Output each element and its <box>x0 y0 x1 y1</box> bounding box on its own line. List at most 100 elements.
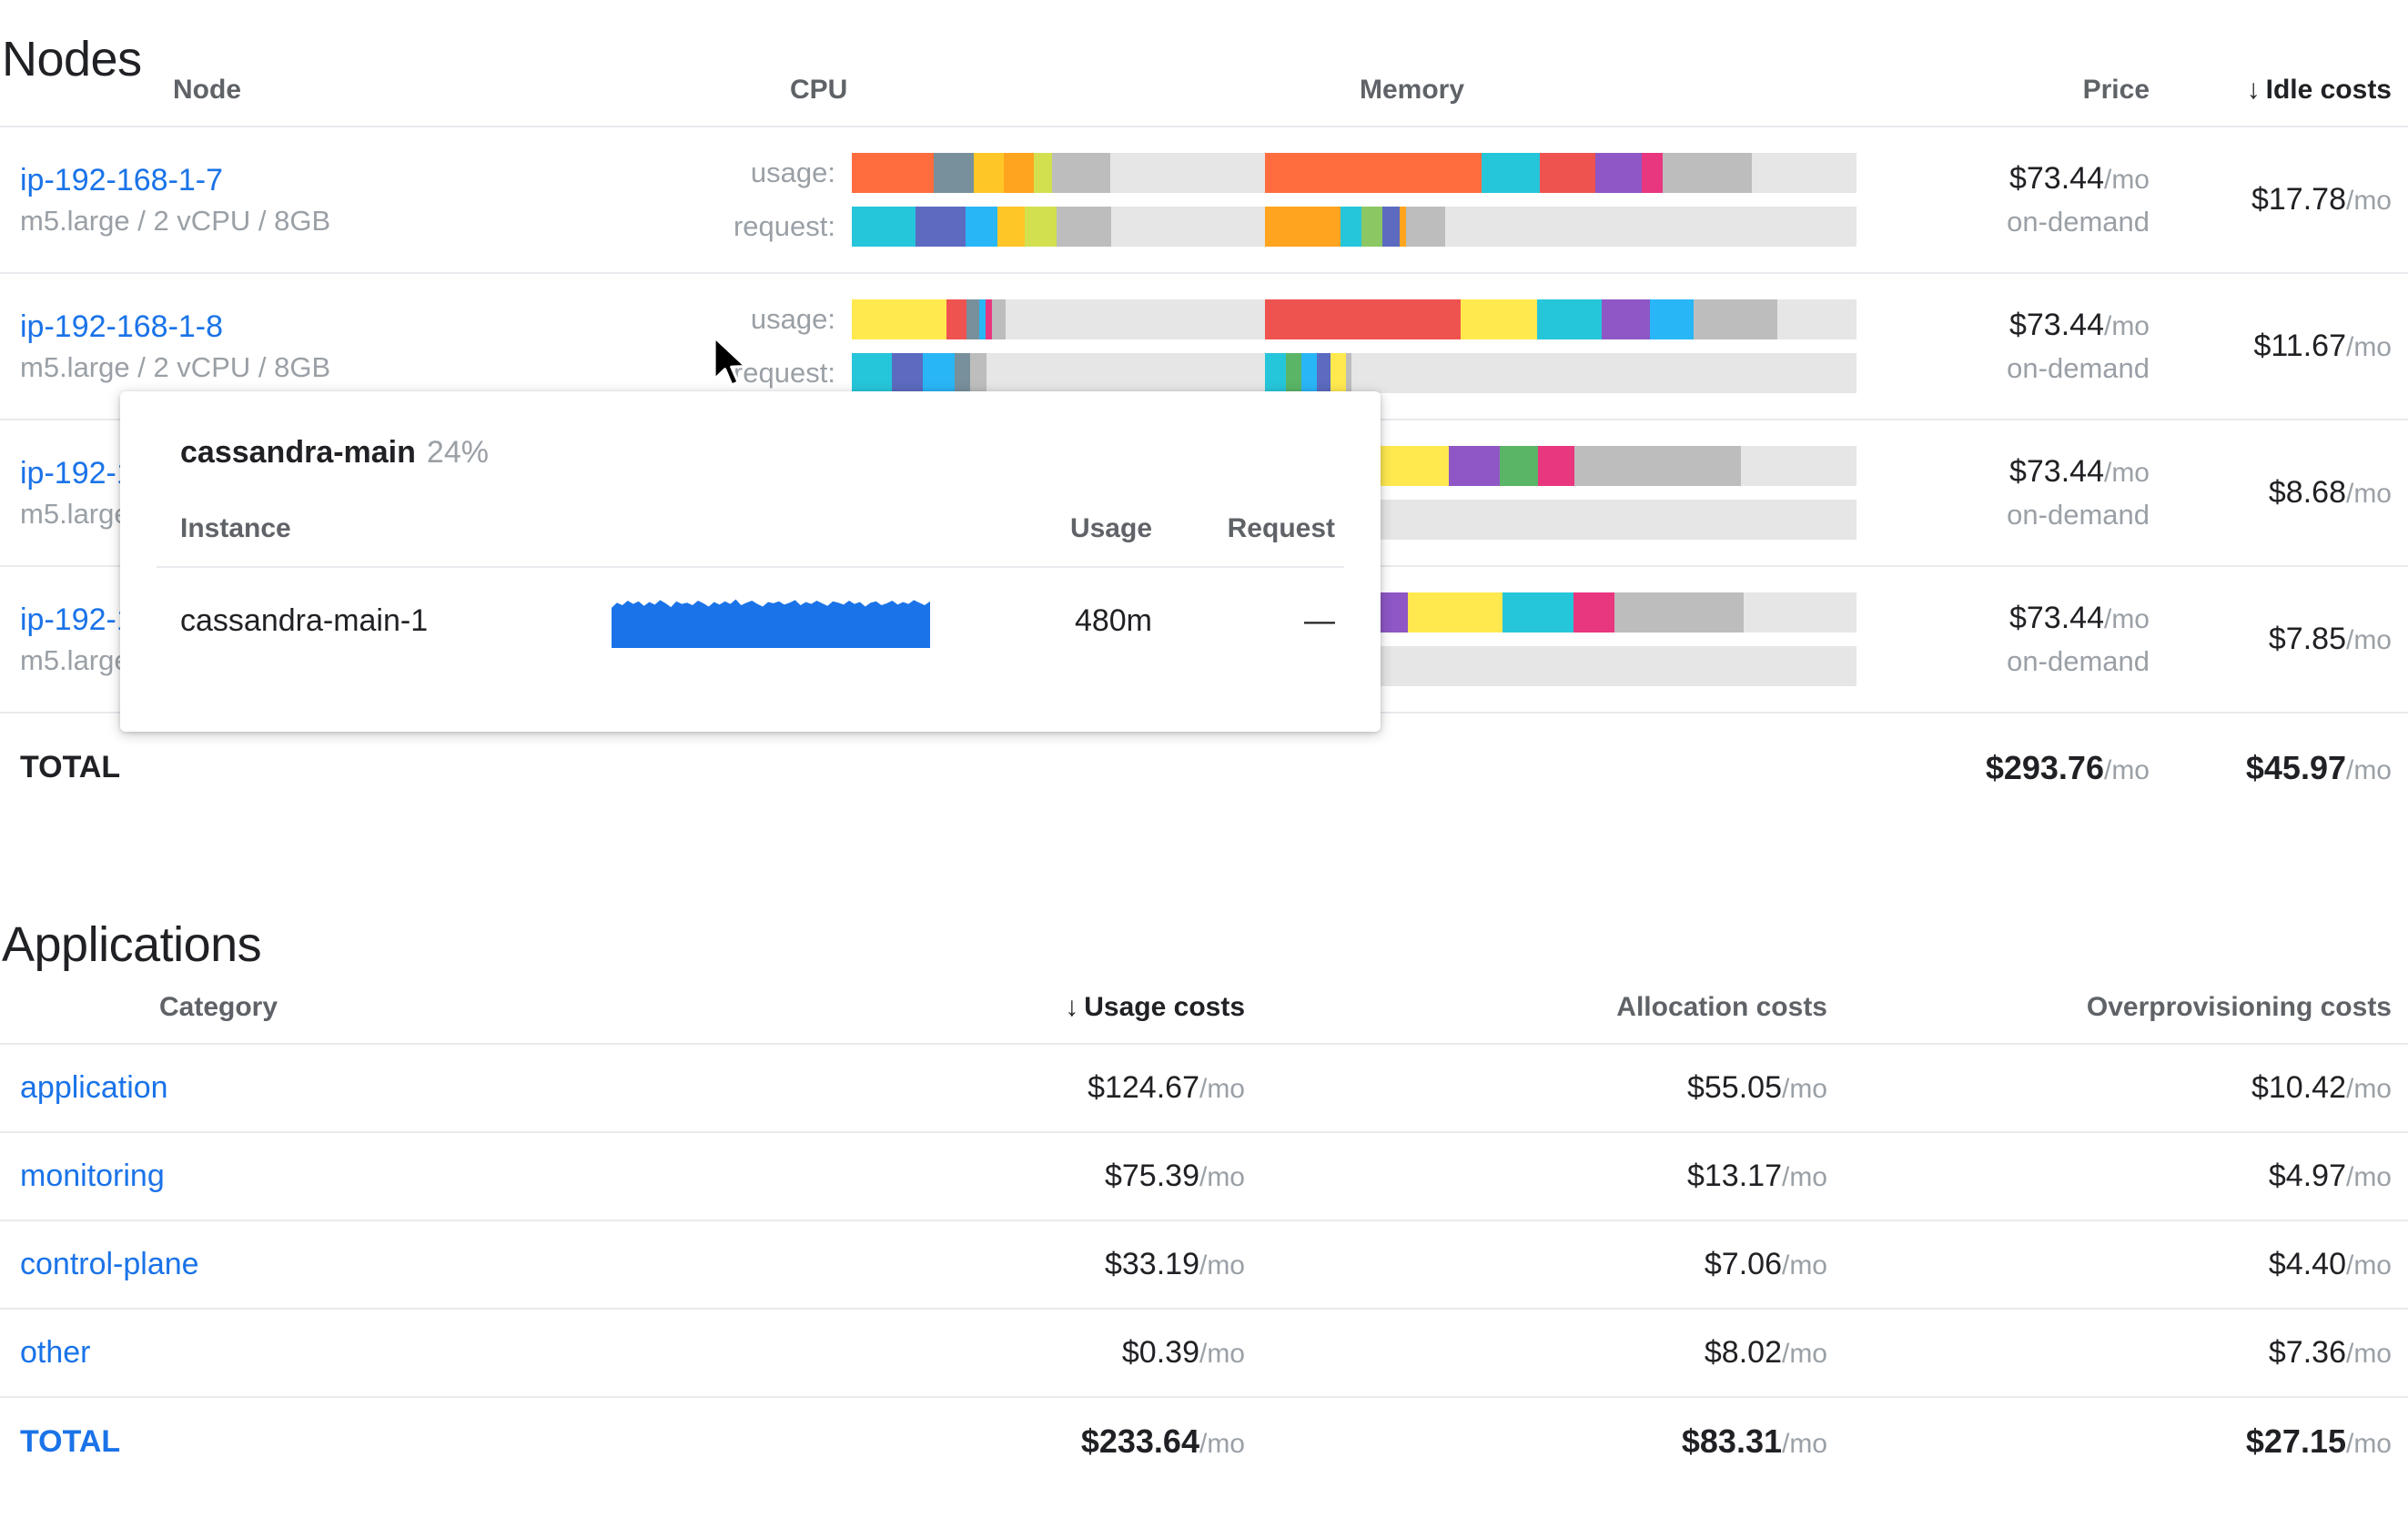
metric-line: request: <box>673 352 1265 395</box>
col-header-cpu[interactable]: CPU <box>673 75 1265 126</box>
application-allocation-cost-unit: /mo <box>1782 1162 1827 1192</box>
node-price-value: $73.44 <box>2009 308 2104 342</box>
application-category-link[interactable]: other <box>0 1309 673 1397</box>
node-memory-cell <box>1265 126 1857 273</box>
bar-segment <box>1650 299 1694 339</box>
application-overprovisioning-cost-unit: /mo <box>2346 1074 2392 1104</box>
applications-total-allocation-unit: /mo <box>1782 1429 1827 1459</box>
bar-segment <box>1540 153 1596 193</box>
application-category-link[interactable]: application <box>0 1044 673 1132</box>
application-usage-cost-unit: /mo <box>1199 1339 1245 1369</box>
application-usage-cost-value: $75.39 <box>1105 1159 1199 1193</box>
application-overprovisioning-cost-unit: /mo <box>2346 1162 2392 1192</box>
bar-segment <box>1449 446 1500 486</box>
node-price-cell: $73.44/moon-demand <box>1857 126 2157 273</box>
col-header-usage-costs[interactable]: ↓Usage costs <box>673 992 1256 1044</box>
node-name-link[interactable]: ip-192-168-1-7 <box>20 163 673 197</box>
bar-segment <box>1286 353 1301 393</box>
node-price-model: on-demand <box>1857 352 2150 385</box>
applications-total-row: TOTAL $233.64/mo $83.31/mo $27.15/mo <box>0 1397 2408 1485</box>
col-header-memory[interactable]: Memory <box>1265 75 1857 126</box>
tooltip-col-instance: Instance <box>157 513 612 567</box>
node-idle-cost: $8.68/mo <box>2269 475 2392 510</box>
bar-segment <box>1663 153 1752 193</box>
node-price-unit: /mo <box>2104 165 2150 195</box>
table-row: application$124.67/mo$55.05/mo$10.42/mo <box>0 1044 2408 1132</box>
node-price: $73.44/mo <box>2009 454 2150 489</box>
pod-details-tooltip: cassandra-main 24% Instance Usage Request… <box>120 391 1381 732</box>
bar-segment <box>1341 207 1361 247</box>
tooltip-table-header: Instance Usage Request <box>157 513 1344 567</box>
bar-segment <box>970 353 986 393</box>
bar-segment <box>923 353 954 393</box>
cpu-request-label: request: <box>673 210 852 243</box>
applications-section-title: Applications <box>2 920 261 969</box>
application-allocation-cost-unit: /mo <box>1782 1250 1827 1280</box>
bar-segment <box>1602 299 1650 339</box>
node-idle-cost-cell: $7.85/mo <box>2157 566 2408 713</box>
col-header-price[interactable]: Price <box>1857 75 2157 126</box>
application-usage-cost-value: $33.19 <box>1105 1247 1199 1281</box>
node-idle-cost-value: $11.67 <box>2254 329 2346 363</box>
applications-total-overprovisioning: $27.15/mo <box>1838 1397 2408 1485</box>
bar-segment <box>1382 207 1400 247</box>
metric-line <box>1265 206 1857 248</box>
application-overprovisioning-cost-cell: $10.42/mo <box>1838 1044 2408 1132</box>
applications-total-usage-unit: /mo <box>1199 1429 1245 1459</box>
node-idle-cost-unit: /mo <box>2346 479 2392 509</box>
bar-segment <box>1574 446 1742 486</box>
dashboard-page: Nodes Node CPU Memory Price ↓Idle costs … <box>0 0 2408 1518</box>
bar-segment <box>1265 207 1341 247</box>
bar-segment <box>966 299 979 339</box>
col-header-node[interactable]: Node <box>0 75 673 126</box>
node-idle-cost-unit: /mo <box>2346 186 2392 216</box>
bar-segment <box>916 207 966 247</box>
cpu-usage-label: usage: <box>673 303 852 336</box>
memory-usage-bar <box>1265 153 1857 193</box>
application-usage-cost-cell: $124.67/mo <box>673 1044 1256 1132</box>
col-header-overprovisioning-costs[interactable]: Overprovisioning costs <box>1838 992 2408 1044</box>
application-usage-cost-cell: $33.19/mo <box>673 1220 1256 1309</box>
tooltip-instance-table: Instance Usage Request cassandra-main-14… <box>157 513 1344 674</box>
applications-total-label[interactable]: TOTAL <box>0 1397 673 1485</box>
application-overprovisioning-cost-value: $4.40 <box>2269 1247 2346 1281</box>
col-header-category[interactable]: Category <box>0 992 673 1044</box>
tooltip-workload-name: cassandra-main <box>180 435 416 470</box>
bar-segment <box>1500 446 1538 486</box>
application-overprovisioning-cost-unit: /mo <box>2346 1339 2392 1369</box>
node-price-unit: /mo <box>2104 311 2150 341</box>
metric-line <box>1265 352 1857 395</box>
application-category-link[interactable]: monitoring <box>0 1132 673 1220</box>
node-price-model: on-demand <box>1857 499 2150 531</box>
application-allocation-cost-value: $7.06 <box>1705 1247 1782 1281</box>
col-header-idle-costs[interactable]: ↓Idle costs <box>2157 75 2408 126</box>
application-allocation-cost-cell: $13.17/mo <box>1256 1132 1838 1220</box>
applications-table-container: Category ↓Usage costs Allocation costs O… <box>0 992 2408 1485</box>
node-idle-cost-cell: $11.67/mo <box>2157 273 2408 420</box>
bar-segment <box>1004 153 1034 193</box>
node-name-link[interactable]: ip-192-168-1-8 <box>20 309 673 344</box>
applications-total-usage: $233.64/mo <box>673 1397 1256 1485</box>
bar-segment <box>1642 153 1664 193</box>
cpu-usage-label: usage: <box>673 157 852 189</box>
tooltip-workload-percent: 24% <box>427 435 489 470</box>
node-cell: ip-192-168-1-7 m5.large / 2 vCPU / 8GB <box>0 126 673 273</box>
node-instance-meta: m5.large / 2 vCPU / 8GB <box>20 206 673 238</box>
applications-total-over-unit: /mo <box>2346 1429 2392 1459</box>
col-header-allocation-costs[interactable]: Allocation costs <box>1256 992 1838 1044</box>
bar-segment <box>1502 592 1573 632</box>
application-usage-cost-cell: $75.39/mo <box>673 1132 1256 1220</box>
application-overprovisioning-cost-unit: /mo <box>2346 1250 2392 1280</box>
bar-segment <box>852 207 916 247</box>
bar-segment <box>974 153 1004 193</box>
metric-line: usage: <box>673 152 1265 195</box>
application-category-link[interactable]: control-plane <box>0 1220 673 1309</box>
application-usage-cost-unit: /mo <box>1199 1162 1245 1192</box>
node-price-unit: /mo <box>2104 604 2150 634</box>
node-idle-cost: $17.78/mo <box>2251 182 2392 217</box>
application-usage-cost-unit: /mo <box>1199 1074 1245 1104</box>
tooltip-row: cassandra-main-1480m— <box>157 567 1344 674</box>
node-price-model: on-demand <box>1857 206 2150 238</box>
bar-segment <box>955 353 971 393</box>
metric-line <box>1265 299 1857 341</box>
